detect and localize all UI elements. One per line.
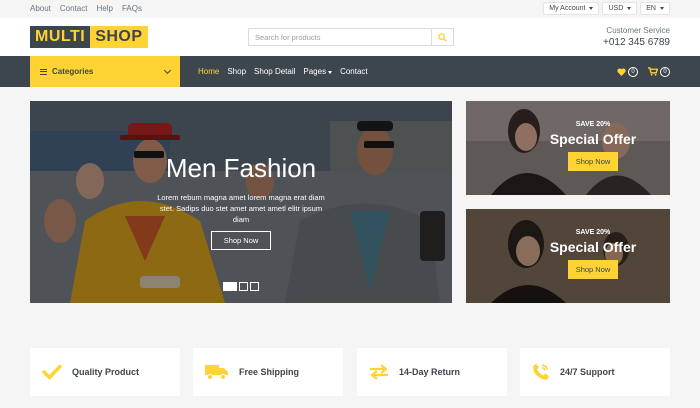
search-icon <box>438 32 447 42</box>
check-icon <box>42 364 62 380</box>
nav-home[interactable]: Home <box>198 67 219 76</box>
customer-service-phone: +012 345 6789 <box>602 37 670 48</box>
menu-bars-icon <box>40 68 47 75</box>
logo-part-2: SHOP <box>90 26 148 48</box>
contact-link[interactable]: Contact <box>60 4 88 13</box>
feature-free-shipping: Free Shipping <box>193 348 343 396</box>
caret-down-icon <box>589 7 594 10</box>
feature-quality-product: Quality Product <box>30 348 180 396</box>
hero-title: Men Fashion <box>165 153 317 183</box>
heart-icon <box>617 67 626 76</box>
feature-label: Free Shipping <box>239 367 300 377</box>
offer-card-2[interactable]: SAVE 20% Special Offer Shop Now <box>466 209 670 303</box>
cart-count: 0 <box>660 66 670 77</box>
wishlist-count: 0 <box>628 66 638 77</box>
site-logo[interactable]: MULTI SHOP <box>30 26 148 48</box>
caret-down-icon <box>328 71 333 74</box>
search-button[interactable] <box>431 29 453 45</box>
feature-24-7-support: 24/7 Support <box>520 348 670 396</box>
offer-2-title: Special Offer <box>549 239 637 255</box>
site-header: MULTI SHOP Customer Service +012 345 678… <box>0 18 700 56</box>
offer-2-shop-now-button[interactable]: Shop Now <box>567 260 619 279</box>
feature-label: 24/7 Support <box>560 367 615 377</box>
nav-pages[interactable]: Pages <box>303 67 333 76</box>
main-navbar: Categories Home Shop Shop Detail Pages C… <box>0 56 700 87</box>
caret-down-icon <box>660 7 664 10</box>
exchange-icon <box>370 364 388 380</box>
categories-label: Categories <box>52 67 94 76</box>
offer-1-save: SAVE 20% <box>575 121 611 128</box>
customer-service-label: Customer Service <box>606 26 670 35</box>
chevron-down-icon <box>163 66 172 74</box>
hero-caption: Men Fashion Lorem rebum magna amet lorem… <box>30 153 452 225</box>
search-input[interactable] <box>249 29 431 45</box>
cart-button[interactable]: 0 <box>648 66 670 77</box>
phone-icon <box>533 364 549 380</box>
feature-label: 14-Day Return <box>399 367 461 377</box>
help-link[interactable]: Help <box>96 4 112 13</box>
nav-icons: 0 0 <box>617 56 670 87</box>
hero-carousel[interactable]: Men Fashion Lorem rebum magna amet lorem… <box>30 101 452 303</box>
carousel-indicators <box>223 282 259 291</box>
logo-part-1: MULTI <box>30 26 91 48</box>
language-dropdown[interactable]: EN <box>640 2 670 15</box>
carousel-indicator-1[interactable] <box>223 282 237 291</box>
top-links: About Contact Help FAQs <box>30 4 142 13</box>
offer-2-content: SAVE 20% Special Offer Shop Now <box>516 229 670 279</box>
offer-2-save: SAVE 20% <box>575 229 611 236</box>
nav-shop-detail[interactable]: Shop Detail <box>254 67 295 76</box>
nav-contact[interactable]: Contact <box>340 67 368 76</box>
hero-shop-now-button[interactable]: Shop Now <box>211 231 271 250</box>
hero-description: Lorem rebum magna amet lorem magna erat … <box>157 193 325 224</box>
caret-down-icon <box>627 7 632 10</box>
about-link[interactable]: About <box>30 4 51 13</box>
customer-service: Customer Service +012 345 6789 <box>603 26 670 48</box>
search-bar <box>248 28 454 46</box>
truck-icon <box>205 365 228 380</box>
faqs-link[interactable]: FAQs <box>122 4 142 13</box>
offer-1-shop-now-button[interactable]: Shop Now <box>567 152 619 171</box>
nav-shop[interactable]: Shop <box>227 67 246 76</box>
nav-menu: Home Shop Shop Detail Pages Contact <box>198 56 368 87</box>
wishlist-button[interactable]: 0 <box>617 66 638 77</box>
feature-label: Quality Product <box>72 367 140 377</box>
carousel-indicator-3[interactable] <box>250 282 259 291</box>
cart-icon <box>648 67 658 76</box>
offer-1-title: Special Offer <box>549 131 637 147</box>
currency-dropdown[interactable]: USD <box>602 2 638 15</box>
offer-card-1[interactable]: SAVE 20% Special Offer Shop Now <box>466 101 670 195</box>
categories-toggle[interactable]: Categories <box>30 56 180 87</box>
offer-1-content: SAVE 20% Special Offer Shop Now <box>516 121 670 171</box>
top-dropdowns: My Account USD EN <box>543 2 670 15</box>
top-bar: About Contact Help FAQs My Account USD E… <box>0 0 700 18</box>
feature-14-day-return: 14-Day Return <box>357 348 507 396</box>
my-account-dropdown[interactable]: My Account <box>543 2 600 15</box>
carousel-indicator-2[interactable] <box>239 282 248 291</box>
